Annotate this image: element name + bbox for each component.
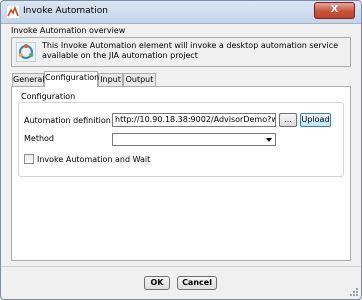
title-bar[interactable]: Invoke Automation X bbox=[1, 1, 361, 24]
wait-checkbox[interactable] bbox=[24, 154, 34, 164]
close-button[interactable]: X bbox=[314, 2, 355, 19]
definition-file-input[interactable]: http://10.90.18.38:9002/AdvisorDemo?wsdl bbox=[112, 113, 276, 127]
overview-panel: This Invoke Automation element will invo… bbox=[11, 37, 351, 67]
ok-button[interactable]: OK bbox=[144, 276, 170, 290]
overview-description: This Invoke Automation element will invo… bbox=[42, 41, 339, 60]
method-label: Method bbox=[24, 134, 55, 143]
browse-button[interactable]: ... bbox=[279, 113, 297, 127]
tab-output[interactable]: Output bbox=[123, 73, 156, 86]
tab-input[interactable]: Input bbox=[98, 73, 123, 86]
footer-divider bbox=[1, 266, 361, 267]
close-icon: X bbox=[330, 4, 339, 15]
configuration-group-label: Configuration bbox=[21, 92, 76, 101]
cancel-button[interactable]: Cancel bbox=[177, 276, 217, 290]
tab-general[interactable]: General bbox=[12, 73, 45, 86]
automation-cycle-icon bbox=[16, 42, 36, 62]
tab-configuration[interactable]: Configuration bbox=[44, 71, 99, 87]
chevron-down-icon bbox=[266, 138, 272, 142]
definition-file-label: Automation definition file bbox=[24, 116, 126, 125]
resize-grip-icon[interactable] bbox=[350, 288, 358, 296]
window-title: Invoke Automation bbox=[23, 6, 108, 16]
dialog-window: Invoke Automation X Invoke Automation ov… bbox=[0, 0, 362, 300]
wait-checkbox-label: Invoke Automation and Wait bbox=[37, 155, 151, 164]
upload-button[interactable]: Upload bbox=[300, 113, 331, 127]
overview-label: Invoke Automation overview bbox=[11, 26, 126, 35]
automation-app-icon bbox=[7, 6, 19, 18]
method-select[interactable] bbox=[112, 133, 276, 146]
